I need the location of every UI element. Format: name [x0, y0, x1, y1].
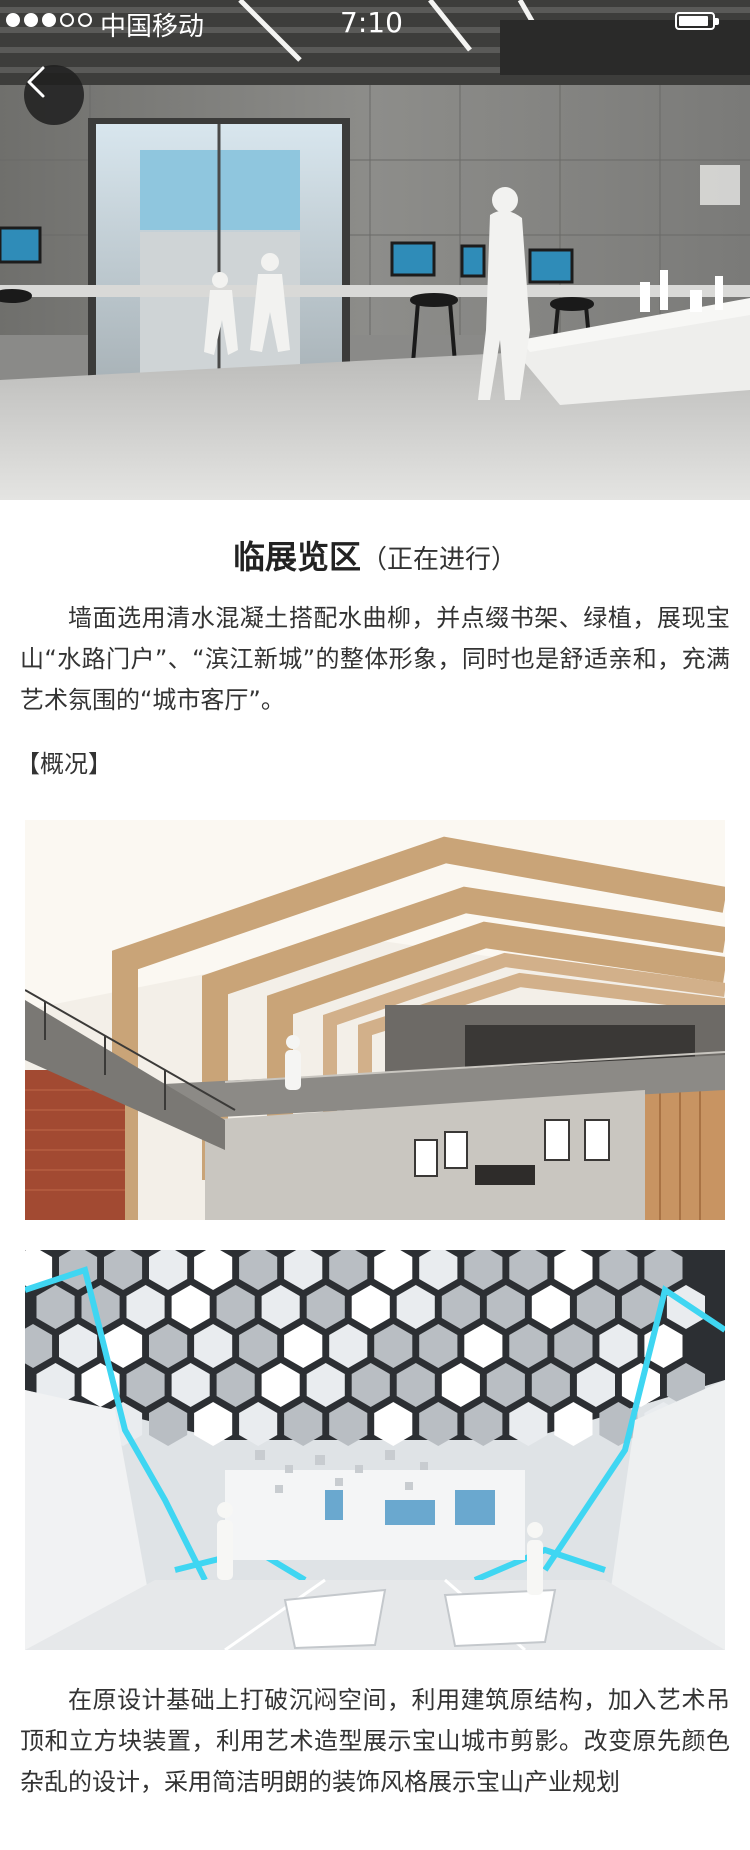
- signal-strength-icon: [6, 13, 92, 27]
- body-paragraph: 在原设计基础上打破沉闷空间，利用建筑原结构，加入艺术吊顶和立方块装置，利用艺术造…: [20, 1686, 730, 1796]
- hero-illustration: [0, 0, 750, 500]
- title-text: 临展览区: [232, 538, 361, 576]
- carrier-name: 中国移动: [100, 12, 205, 42]
- chevron-left-icon: [27, 66, 45, 98]
- battery-icon: [675, 12, 719, 30]
- status-time: 7:10: [340, 6, 403, 39]
- hero-image: 中国移动 7:10: [0, 0, 750, 500]
- atrium-photo: [25, 820, 725, 1220]
- back-button[interactable]: [24, 65, 84, 125]
- status-bar: 中国移动 7:10: [0, 0, 750, 42]
- screen: 中国移动 7:10 临展览区（正在进行） 墙面选用清水混凝土搭配水曲柳，并点缀书…: [0, 0, 750, 1850]
- atrium-illustration: [25, 820, 725, 1220]
- intro-paragraph: 墙面选用清水混凝土搭配水曲柳，并点缀书架、绿植，展现宝山“水路门户”、“滨江新城…: [20, 604, 730, 714]
- hexagon-hall-photo: [25, 1250, 725, 1650]
- section-label: 【概况】: [16, 750, 112, 778]
- title-status: （正在进行）: [361, 545, 518, 575]
- hexagon-hall-illustration: [25, 1250, 725, 1650]
- page-title: 临展览区（正在进行）: [0, 532, 750, 578]
